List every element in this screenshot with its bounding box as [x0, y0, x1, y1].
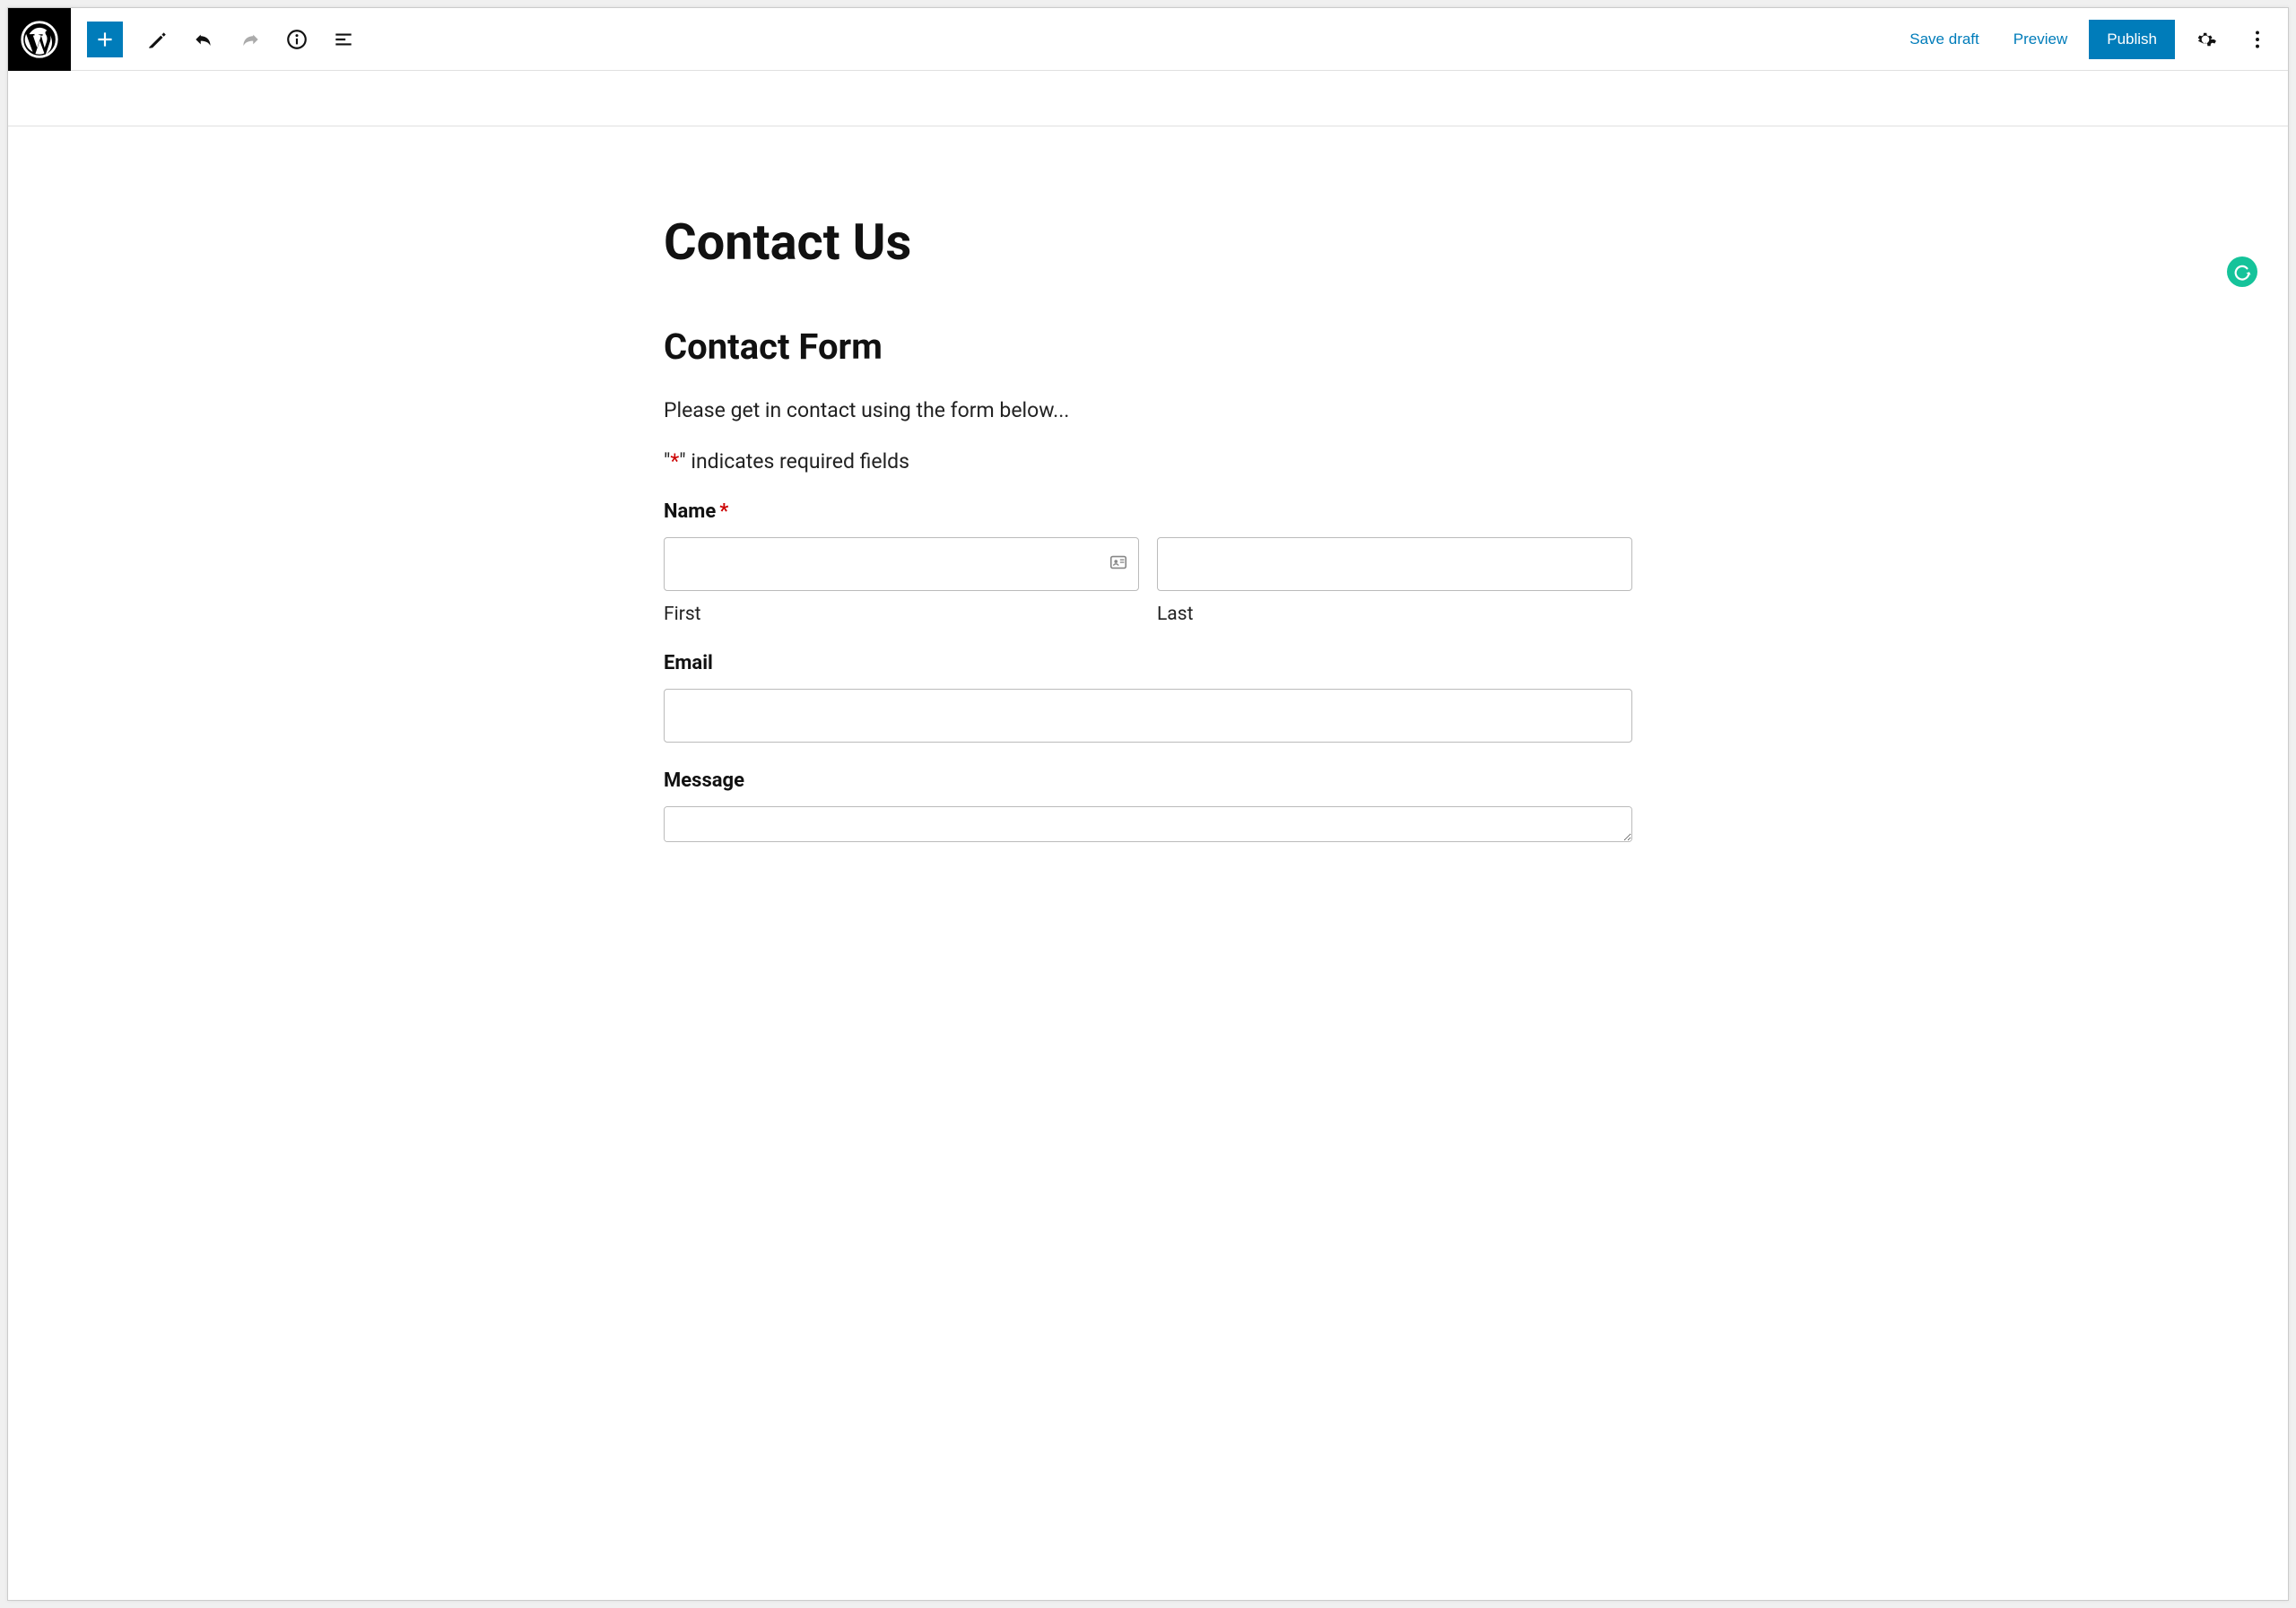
toolbar-left-group: [71, 18, 365, 61]
message-label: Message: [664, 769, 1632, 792]
email-field-block: Email: [664, 652, 1632, 743]
editor-subbar: [8, 71, 2288, 126]
undo-button[interactable]: [182, 18, 225, 61]
publish-button[interactable]: Publish: [2089, 20, 2175, 59]
edit-mode-button[interactable]: [135, 18, 178, 61]
wordpress-icon: [21, 21, 58, 58]
form-intro-paragraph[interactable]: Please get in contact using the form bel…: [664, 398, 1632, 422]
outline-icon: [332, 28, 355, 51]
details-button[interactable]: [275, 18, 318, 61]
editor-window: Save draft Preview Publish Contact Us Co…: [7, 7, 2289, 1601]
first-name-input[interactable]: [664, 537, 1139, 591]
plus-icon: [93, 28, 117, 51]
kebab-icon: [2246, 28, 2269, 51]
email-label: Email: [664, 652, 1632, 674]
last-name-input[interactable]: [1157, 537, 1632, 591]
required-note-star: *: [670, 449, 679, 474]
save-draft-button[interactable]: Save draft: [1897, 22, 1992, 57]
settings-button[interactable]: [2184, 18, 2227, 61]
preview-button[interactable]: Preview: [2001, 22, 2080, 57]
name-label-text: Name: [664, 500, 716, 523]
page-content: Contact Us Contact Form Please get in co…: [664, 126, 1632, 882]
first-name-sublabel: First: [664, 604, 1139, 625]
message-input[interactable]: [664, 806, 1632, 842]
grammarly-icon: [2232, 262, 2252, 282]
editor-canvas[interactable]: Contact Us Contact Form Please get in co…: [8, 126, 2288, 1600]
redo-icon: [239, 28, 262, 51]
name-required-star: *: [719, 500, 728, 523]
name-label: Name*: [664, 500, 1632, 523]
options-button[interactable]: [2236, 18, 2279, 61]
undo-icon: [192, 28, 215, 51]
required-fields-note: "*" indicates required fields: [664, 449, 1632, 474]
last-name-column: Last: [1157, 537, 1632, 625]
toolbar-right-group: Save draft Preview Publish: [1897, 18, 2288, 61]
last-name-sublabel: Last: [1157, 604, 1632, 625]
name-field-block: Name* First Last: [664, 500, 1632, 625]
name-row: First Last: [664, 537, 1632, 625]
message-field-block: Message: [664, 769, 1632, 846]
document-outline-button[interactable]: [322, 18, 365, 61]
wordpress-logo[interactable]: [8, 8, 71, 71]
email-input[interactable]: [664, 689, 1632, 743]
first-name-column: First: [664, 537, 1139, 625]
contact-card-icon: [1109, 552, 1128, 576]
gear-icon: [2194, 28, 2217, 51]
page-title[interactable]: Contact Us: [664, 213, 1632, 272]
grammarly-badge[interactable]: [2227, 256, 2257, 287]
required-note-right: " indicates required fields: [679, 449, 909, 474]
add-block-button[interactable]: [87, 22, 123, 57]
redo-button: [229, 18, 272, 61]
info-icon: [285, 28, 309, 51]
pencil-icon: [145, 28, 169, 51]
form-heading[interactable]: Contact Form: [664, 326, 1632, 368]
editor-toolbar: Save draft Preview Publish: [8, 8, 2288, 71]
